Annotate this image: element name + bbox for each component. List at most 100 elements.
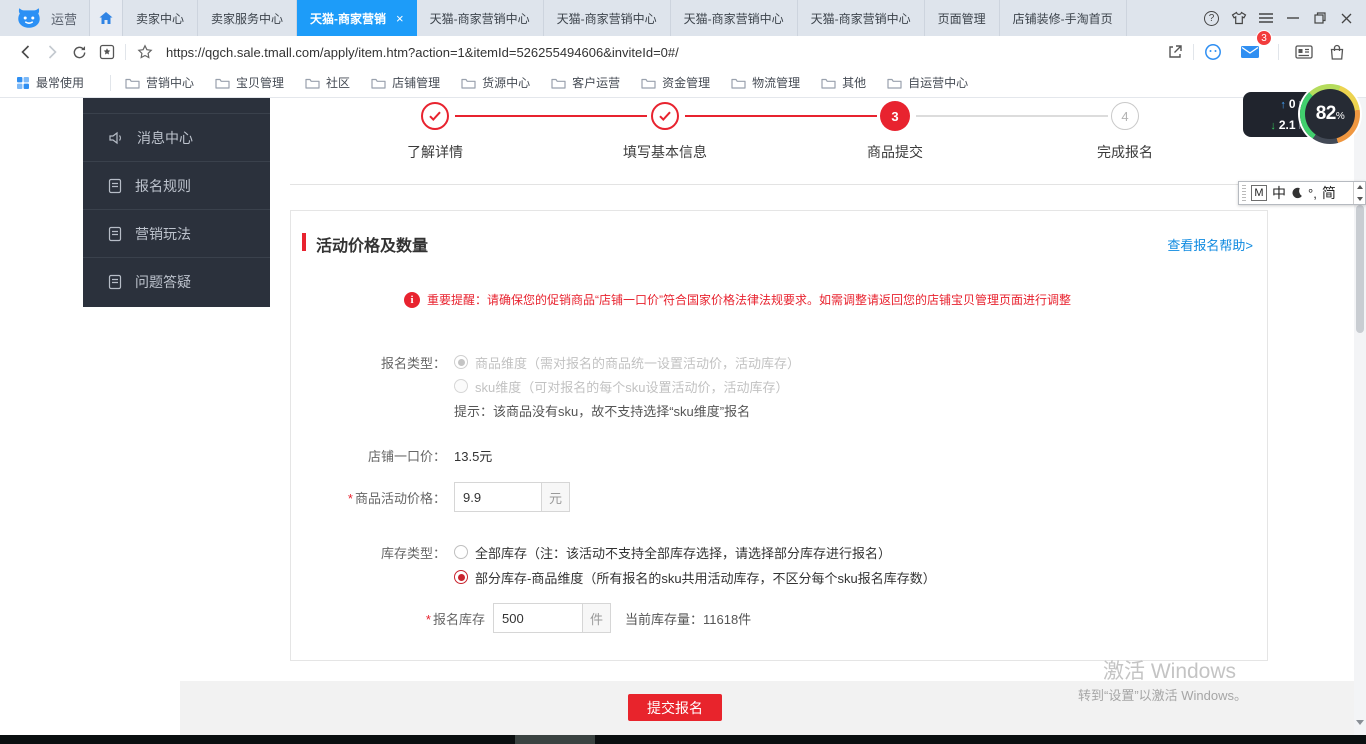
list-price-label: 店铺一口价： — [291, 446, 446, 465]
important-warning: i 重要提醒：请确保您的促销商品“店铺一口价”符合国家价格法律法规要求。如需调整… — [404, 291, 1071, 308]
upload-arrow-icon: ↑ — [1280, 99, 1286, 111]
radio-all-stock[interactable] — [454, 545, 468, 559]
bookmark-folder-shop-management[interactable]: 店铺管理 — [371, 74, 440, 91]
radio-partial-stock[interactable] — [454, 570, 468, 584]
ime-toolbar[interactable]: M 中 °, 简 — [1238, 181, 1366, 205]
bookmark-folder-funds[interactable]: 资金管理 — [641, 74, 710, 91]
reload-button[interactable] — [66, 36, 93, 68]
ime-language-button[interactable]: 中 — [1272, 183, 1286, 203]
radio-product-dimension-label: 商品维度（需对报名的商品统一设置活动价，活动库存） — [475, 353, 800, 372]
list-price-value: 13.5元 — [454, 446, 492, 465]
check-icon — [428, 110, 442, 122]
bookmark-folder-customer[interactable]: 客户运营 — [551, 74, 620, 91]
tmall-logo-icon — [16, 5, 42, 31]
radio-sku-dimension-label: sku维度（可对报名的每个sku设置活动价，活动库存） — [475, 377, 788, 396]
tab-seller-center[interactable]: 卖家中心 — [123, 0, 198, 36]
home-icon — [98, 10, 114, 26]
help-button[interactable]: ? — [1198, 0, 1225, 36]
assistant-button[interactable] — [1199, 36, 1226, 68]
step-4-circle: 4 — [1111, 102, 1139, 130]
tab-tmall-marketing-center-3[interactable]: 天猫-商家营销中心 — [671, 0, 798, 36]
shopping-bag-button[interactable] — [1323, 36, 1350, 68]
folder-icon — [125, 77, 140, 89]
activity-price-input[interactable] — [454, 482, 542, 512]
ime-simplified-button[interactable]: 简 — [1322, 183, 1336, 203]
help-link[interactable]: 查看报名帮助> — [1167, 235, 1253, 254]
bookmark-folder-self-operation[interactable]: 自运营中心 — [887, 74, 968, 91]
divider — [125, 44, 126, 60]
tab-tmall-marketing-center-1[interactable]: 天猫-商家营销中心 — [417, 0, 544, 36]
resource-usage-gauge[interactable]: 82% — [1300, 84, 1360, 144]
close-icon — [1341, 13, 1352, 24]
share-button[interactable] — [1161, 36, 1188, 68]
minimize-button[interactable] — [1279, 0, 1306, 36]
bookmark-folder-community[interactable]: 社区 — [305, 74, 350, 91]
theme-button[interactable] — [1225, 0, 1252, 36]
folder-icon — [641, 77, 656, 89]
ime-options-scroller[interactable] — [1353, 182, 1365, 204]
stock-label: *报名库存 — [291, 609, 485, 628]
ime-punctuation-button[interactable]: °, — [1308, 186, 1317, 201]
step-connector — [916, 115, 1108, 117]
folder-icon — [461, 77, 476, 89]
bookmark-folder-supply[interactable]: 货源中心 — [461, 74, 530, 91]
mail-badge: 3 — [1256, 30, 1272, 46]
sidebar-item-message-center[interactable]: 消息中心 — [83, 113, 270, 161]
usage-percent: 82% — [1316, 103, 1345, 125]
taskbar-hint-segment — [515, 735, 595, 744]
restore-icon — [1314, 12, 1326, 24]
step-progress: 3 4 了解详情 填写基本信息 商品提交 完成报名 — [290, 98, 1268, 185]
ime-drag-handle[interactable] — [1242, 185, 1246, 201]
brand-label: 运营 — [51, 9, 77, 28]
mail-button[interactable]: 3 — [1236, 36, 1263, 68]
info-icon: i — [404, 292, 420, 308]
activity-price-panel: 活动价格及数量 查看报名帮助> i 重要提醒：请确保您的促销商品“店铺一口价”符… — [290, 210, 1268, 661]
account-card-button[interactable] — [1290, 36, 1317, 68]
sidebar-item-apply-rules[interactable]: 报名规则 — [83, 161, 270, 209]
scrollbar-thumb[interactable] — [1356, 205, 1364, 333]
radio-partial-stock-label: 部分库存-商品维度（所有报名的sku共用活动库存，不区分每个sku报名库存数） — [475, 568, 936, 587]
radio-sku-dimension[interactable] — [454, 379, 468, 393]
moon-icon[interactable] — [1291, 187, 1303, 199]
tab-seller-service-center[interactable]: 卖家服务中心 — [198, 0, 297, 36]
restore-button[interactable] — [1306, 0, 1333, 36]
section-title: 活动价格及数量 — [316, 232, 428, 256]
step-connector — [685, 115, 877, 117]
back-button[interactable] — [12, 36, 39, 68]
divider — [290, 184, 1354, 185]
url-input[interactable]: https://qgch.sale.tmall.com/apply/item.h… — [166, 45, 1161, 60]
page-favorite-button[interactable] — [93, 36, 120, 68]
tiny-up-arrow-icon — [1357, 185, 1363, 189]
bookmark-star-button[interactable] — [131, 36, 158, 68]
forward-button[interactable] — [39, 36, 66, 68]
close-button[interactable] — [1333, 0, 1360, 36]
radio-all-stock-label: 全部库存（注：该活动不支持全部库存选择，请选择部分库存进行报名） — [475, 543, 891, 562]
tab-tmall-marketing-active[interactable]: 天猫-商家营销 × — [297, 0, 417, 36]
page-content: 消息中心 报名规则 营销玩法 问题答疑 3 4 了解详情 填写基本信息 商品提交… — [0, 98, 1366, 744]
tab-tmall-marketing-center-2[interactable]: 天猫-商家营销中心 — [544, 0, 671, 36]
home-button[interactable] — [89, 0, 123, 36]
bookmark-folder-other[interactable]: 其他 — [821, 74, 866, 91]
tab-shop-decoration[interactable]: 店铺装修-手淘首页 — [1000, 0, 1127, 36]
tab-close-icon[interactable]: × — [396, 11, 404, 26]
tab-page-management[interactable]: 页面管理 — [925, 0, 1000, 36]
ime-mode-button[interactable]: M — [1251, 185, 1267, 201]
divider — [1193, 44, 1194, 60]
bookmark-most-used[interactable]: 最常使用 — [16, 74, 84, 91]
frequently-used-icon — [16, 76, 30, 90]
scrollbar-down-arrow-icon[interactable] — [1356, 720, 1364, 725]
tab-tmall-marketing-center-4[interactable]: 天猫-商家营销中心 — [798, 0, 925, 36]
stock-input[interactable] — [493, 603, 583, 633]
bookmark-folder-items[interactable]: 宝贝管理 — [215, 74, 284, 91]
submit-button[interactable]: 提交报名 — [628, 694, 722, 721]
sidebar-item-faq[interactable]: 问题答疑 — [83, 257, 270, 305]
radio-product-dimension[interactable] — [454, 355, 468, 369]
stock-type-label: 库存类型： — [291, 543, 446, 562]
activity-price-row: *商品活动价格： 元 — [291, 482, 570, 512]
sidebar-item-marketing-play[interactable]: 营销玩法 — [83, 209, 270, 257]
bookmark-folder-marketing[interactable]: 营销中心 — [125, 74, 194, 91]
bookmark-folder-logistics[interactable]: 物流管理 — [731, 74, 800, 91]
minimize-icon — [1287, 17, 1299, 19]
activity-price-unit: 元 — [542, 482, 570, 512]
bookmarks-bar: 最常使用 营销中心 宝贝管理 社区 店铺管理 货源中心 客户运营 资金管理 物流… — [0, 68, 1366, 98]
